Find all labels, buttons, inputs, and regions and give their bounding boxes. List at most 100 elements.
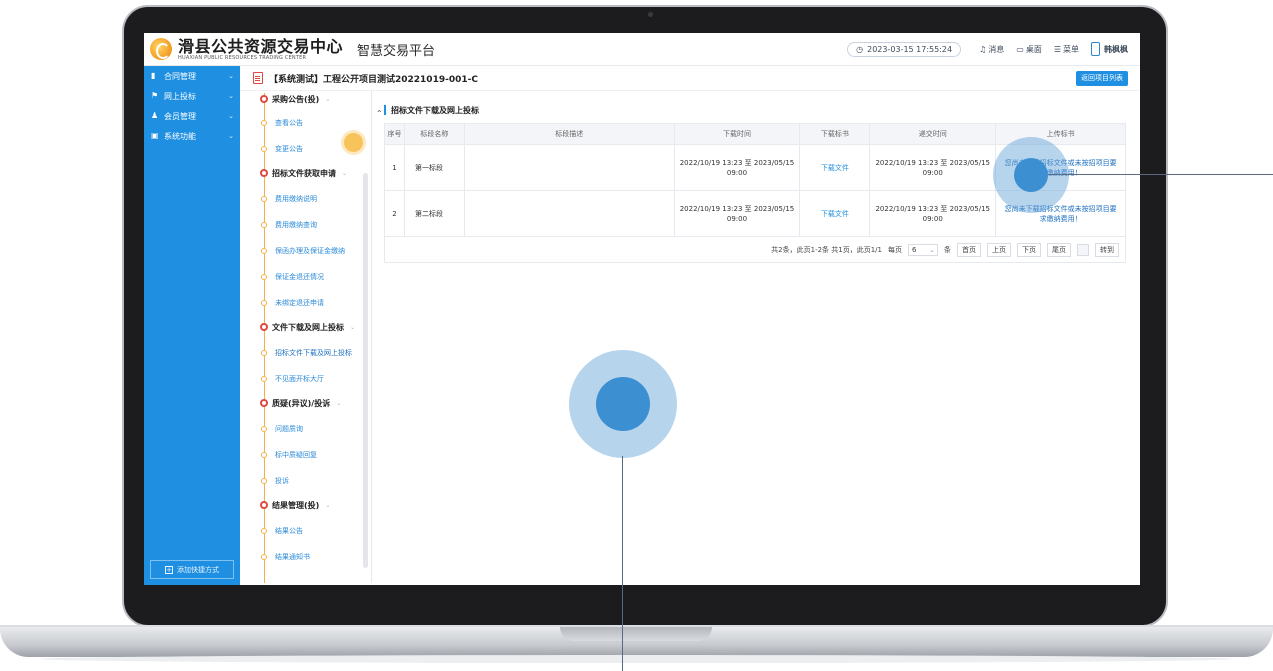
sidebar-item-member[interactable]: ♟ 会员管理 ⌄ [144,106,240,126]
flow-item-guarantee[interactable]: 保函办理及保证金缴纳 [254,243,345,259]
flow-item-label: 查看公告 [275,119,303,127]
section-name: 第二标段 [403,190,465,237]
next-page-button[interactable]: 下页 [1017,242,1041,257]
logo: 滑县公共资源交易中心 HUAXIAN PUBLIC RESOURCES TRAD… [178,38,343,61]
datetime-display: ◷ 2023-03-15 17:55:24 [847,41,962,57]
system-icon: ▣ [151,131,159,140]
item-dot-icon [261,248,267,254]
flow-item-label: 标中质疑回复 [275,451,317,459]
flow-item-result-letter[interactable]: 结果通知书 [254,549,310,565]
column-header: 序号 [384,123,405,145]
logo-icon [150,38,172,60]
menu-icon: ☰ [1053,44,1061,54]
messages-label: 消息 [988,44,1005,54]
chevron-up-icon[interactable]: ⌃ [376,109,383,118]
download-file-link[interactable]: 下载文件 [799,144,871,191]
flow-item-fee-query[interactable]: 费用缴纳查询 [254,217,317,233]
download-time: 2022/10/19 13:23 至 2023/05/15 09:00 [673,144,801,191]
desktop-icon: ▭ [1016,44,1024,54]
item-dot-icon [261,222,267,228]
last-page-button[interactable]: 尾页 [1047,242,1071,257]
group-dot-icon [260,323,268,331]
process-flow-nav: 采购公告(投) ⌄ 查看公告 变更公告 招标文件获取申请 ⌄ 费用缴纳说明 费用… [254,91,372,583]
per-page-label: 每页 [888,245,902,254]
menu-button[interactable]: ☰ 菜单 [1054,44,1079,55]
flow-item-objection-reply[interactable]: 标中质疑回复 [254,447,317,463]
per-page-select[interactable]: 6 ⌄ [908,243,938,256]
flow-group-doc-apply[interactable]: 招标文件获取申请 ⌄ [254,165,347,181]
flow-scrollbar[interactable] [363,173,368,568]
chevron-down-icon: ⌄ [342,169,348,177]
project-title-bar: 【系统测试】工程公开项目测试20221019-001-C 返回项目列表 [240,66,1140,91]
group-dot-icon [260,501,268,509]
item-dot-icon [261,146,267,152]
sidebar-item-label: 合同管理 [164,71,196,81]
platform-name: 智慧交易平台 [357,43,436,59]
user-name[interactable]: 韩枫枫 [1104,44,1128,55]
flow-item-deposit-refund[interactable]: 保证金退还情况 [254,269,324,285]
flow-group-label: 结果管理(投) [272,500,320,510]
add-shortcut-button[interactable]: + 添加快捷方式 [150,560,234,579]
chevron-down-icon: ⌄ [228,132,234,140]
flow-group-download-bid[interactable]: 文件下载及网上投标 ⌄ [254,319,355,335]
flow-group-objection[interactable]: 质疑(异议)/投诉 ⌄ [254,395,341,411]
goto-page-button[interactable]: 转到 [1095,242,1119,257]
top-header: 滑县公共资源交易中心 HUAXIAN PUBLIC RESOURCES TRAD… [144,33,1140,66]
flow-item-label: 招标文件下载及网上投标 [275,349,352,357]
sidebar-item-contract[interactable]: ▮ 合同管理 ⌄ [144,66,240,86]
page-number-input[interactable] [1077,243,1089,256]
flow-group-label: 文件下载及网上投标 [272,322,344,332]
contract-icon: ▮ [151,71,156,80]
sidebar-item-online-bid[interactable]: ⚑ 网上投标 ⌄ [144,86,240,106]
submit-time: 2022/10/19 13:23 至 2023/05/15 09:00 [869,144,997,191]
download-file-link[interactable]: 下载文件 [799,190,871,237]
messages-button[interactable]: ♫ 消息 [979,44,1004,55]
chevron-down-icon: ⌄ [325,501,331,509]
item-dot-icon [261,452,267,458]
laptop-mockup: 滑县公共资源交易中心 HUAXIAN PUBLIC RESOURCES TRAD… [0,0,1273,671]
flow-group-result[interactable]: 结果管理(投) ⌄ [254,497,330,513]
flow-group-procurement[interactable]: 采购公告(投) ⌄ [254,91,330,107]
flow-item-view-notice[interactable]: 查看公告 [254,115,303,131]
pagination: 共2条，此页1-2条 共1页，此页1/1 每页 6 ⌄ 条 首页 上页 下页 尾页… [384,237,1126,263]
touch-indicator-dot [1014,158,1048,192]
flow-item-change-notice[interactable]: 变更公告 [254,141,303,157]
back-to-list-button[interactable]: 返回项目列表 [1076,70,1128,86]
hourglass-icon [1091,42,1100,56]
flow-item-result-notice[interactable]: 结果公告 [254,523,303,539]
app-screen: 滑县公共资源交易中心 HUAXIAN PUBLIC RESOURCES TRAD… [144,33,1140,585]
column-header: 标段描述 [463,123,675,145]
camera-icon [648,12,653,17]
leader-line [1048,174,1273,175]
flow-item-remote-opening[interactable]: 不见面开标大厅 [254,371,324,387]
sidebar-item-label: 会员管理 [164,111,196,121]
flow-item-unbound-refund[interactable]: 未绑定退还申请 [254,295,324,311]
collapse-toggle-icon[interactable] [344,133,363,152]
chevron-down-icon: ⌄ [228,92,234,100]
group-dot-icon [260,399,268,407]
row-number: 2 [384,190,405,237]
submit-time: 2022/10/19 13:23 至 2023/05/15 09:00 [869,190,997,237]
flow-item-label: 结果通知书 [275,553,310,561]
sidebar-item-system[interactable]: ▣ 系统功能 ⌄ [144,126,240,146]
first-page-button[interactable]: 首页 [957,242,981,257]
logo-subtitle: HUAXIAN PUBLIC RESOURCES TRADING CENTER [178,54,307,61]
leader-line [622,456,623,671]
document-icon [253,72,263,84]
sidebar-item-label: 网上投标 [164,91,196,101]
flow-item-fee-desc[interactable]: 费用缴纳说明 [254,191,317,207]
prev-page-button[interactable]: 上页 [987,242,1011,257]
flow-item-download-and-bid[interactable]: 招标文件下载及网上投标 [254,345,352,361]
flow-item-label: 未绑定退还申请 [275,299,324,307]
flow-item-complaint[interactable]: 投诉 [254,473,289,489]
chevron-down-icon: ⌄ [325,95,331,103]
flow-item-question[interactable]: 问题质询 [254,421,303,437]
menu-label: 菜单 [1063,44,1079,54]
plus-icon: + [165,565,173,574]
section-name: 第一标段 [403,144,465,191]
row-number: 1 [384,144,405,191]
desktop-button[interactable]: ▭ 桌面 [1016,44,1042,55]
flow-group-label: 招标文件获取申请 [272,168,336,178]
item-dot-icon [261,274,267,280]
section-desc [463,190,675,237]
